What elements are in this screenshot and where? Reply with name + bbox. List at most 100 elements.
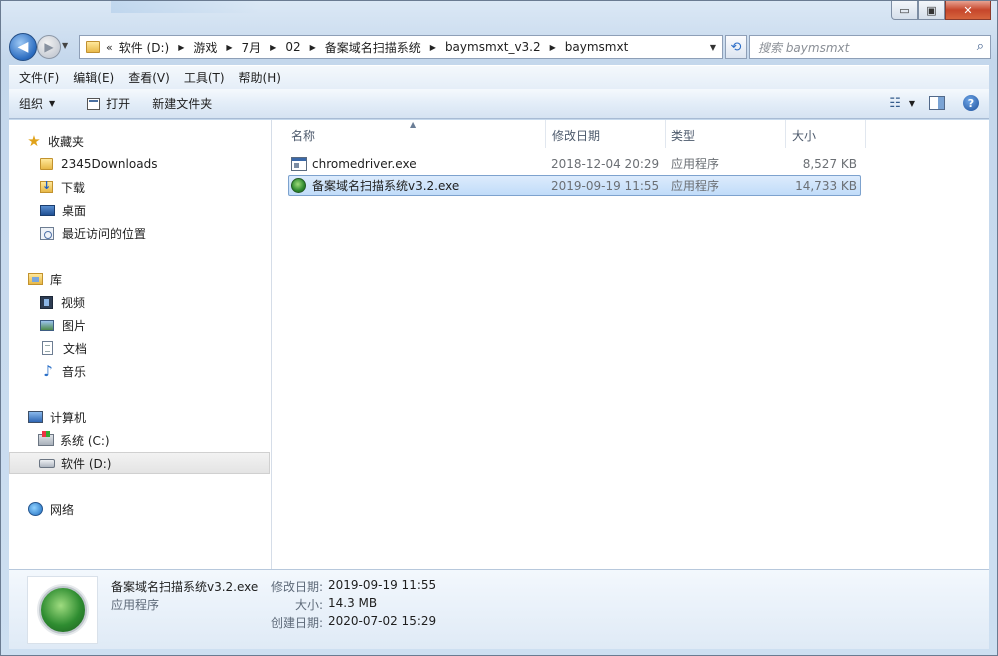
menu-edit[interactable]: 编辑(E) xyxy=(67,69,120,86)
nav-computer[interactable]: 计算机 xyxy=(28,406,271,428)
details-modified-label: 修改日期: xyxy=(270,580,323,594)
organize-button[interactable]: 组织 ▼ xyxy=(19,95,55,112)
nav-recent-places[interactable]: 最近访问的位置 xyxy=(40,222,271,244)
network-icon xyxy=(28,502,43,516)
navigation-bar: ◀ ▶ ▼ « 软件 (D:) ▶ 游戏 ▶ 7月 ▶ 02 ▶ 备案域名扫描系统 ▶ b… xyxy=(9,33,991,61)
help-icon[interactable]: ? xyxy=(963,95,979,111)
minimize-button[interactable]: ▭ xyxy=(891,1,918,20)
file-list: ▲ 名称 修改日期 类型 大小 chromedriver.exe 2018-12… xyxy=(273,120,989,569)
search-placeholder: 搜索 baymsmxt xyxy=(758,40,850,55)
file-row[interactable]: chromedriver.exe 2018-12-04 20:29 应用程序 8… xyxy=(288,154,861,175)
breadcrumb-version[interactable]: baymsmxt_v3.2 ▶ xyxy=(445,40,565,54)
picture-icon xyxy=(40,319,54,331)
view-options-icon[interactable]: ☷ xyxy=(889,96,901,111)
breadcrumb-drive[interactable]: 软件 (D:) ▶ xyxy=(119,39,194,56)
column-divider[interactable] xyxy=(665,120,666,148)
file-modified-cell: 2019-09-19 11:55 xyxy=(551,178,660,193)
recent-places-icon xyxy=(40,226,54,240)
nav-videos[interactable]: 视频 xyxy=(40,291,271,313)
open-button[interactable]: 打开 xyxy=(87,95,130,112)
system-drive-icon xyxy=(38,431,54,446)
computer-icon xyxy=(28,411,43,423)
file-name-cell: chromedriver.exe xyxy=(291,154,541,173)
menu-bar: 文件(F) 编辑(E) 查看(V) 工具(T) 帮助(H) xyxy=(9,65,989,89)
nav-music[interactable]: ♪ 音乐 xyxy=(40,360,271,382)
nav-network[interactable]: 网络 xyxy=(28,498,271,520)
chevron-down-icon: ▼ xyxy=(49,99,56,108)
file-row-selected[interactable]: 备案域名扫描系统v3.2.exe 2019-09-19 11:55 应用程序 1… xyxy=(288,175,861,196)
breadcrumb-overflow[interactable]: « xyxy=(106,41,113,54)
radar-app-icon xyxy=(291,178,306,193)
breadcrumb-games[interactable]: 游戏 ▶ xyxy=(193,39,241,56)
drive-icon xyxy=(39,458,55,468)
close-button[interactable]: ✕ xyxy=(945,1,991,20)
radar-app-icon xyxy=(38,586,87,634)
preview-pane-icon[interactable] xyxy=(929,96,945,110)
open-icon xyxy=(87,97,101,110)
star-icon: ★ xyxy=(27,132,41,150)
library-icon xyxy=(28,273,43,285)
breadcrumb-02[interactable]: 02 ▶ xyxy=(285,40,324,54)
navigation-pane: ★ 收藏夹 2345Downloads 下载 桌面 最近访问的位置 库 xyxy=(9,120,272,569)
nav-documents[interactable]: 文档 xyxy=(40,337,271,359)
details-filename: 备案域名扫描系统v3.2.exe xyxy=(111,580,259,594)
breadcrumb-scanner[interactable]: 备案域名扫描系统 ▶ xyxy=(325,39,445,56)
forward-button[interactable]: ▶ xyxy=(37,35,61,59)
nav-downloads[interactable]: 下载 xyxy=(40,176,271,198)
breadcrumb-current[interactable]: baymsmxt xyxy=(565,40,629,54)
details-file-type: 应用程序 xyxy=(111,598,160,612)
search-input[interactable]: 搜索 baymsmxt ⌕ xyxy=(749,35,991,59)
details-pane: 备案域名扫描系统v3.2.exe 应用程序 修改日期: 2019-09-19 1… xyxy=(9,569,989,649)
folder-icon xyxy=(40,158,53,170)
downloads-icon xyxy=(40,179,53,193)
nav-favorites[interactable]: ★ 收藏夹 xyxy=(26,130,271,152)
address-bar[interactable]: « 软件 (D:) ▶ 游戏 ▶ 7月 ▶ 02 ▶ 备案域名扫描系统 ▶ baymsmx… xyxy=(79,35,723,59)
column-header-name[interactable]: 名称 xyxy=(291,124,541,146)
column-header-size[interactable]: 大小 xyxy=(792,124,862,146)
nav-pictures[interactable]: 图片 xyxy=(40,314,271,336)
recent-pages-dropdown[interactable]: ▼ xyxy=(62,41,68,50)
address-dropdown[interactable]: ▼ xyxy=(710,43,716,52)
new-folder-button[interactable]: 新建文件夹 xyxy=(152,95,212,112)
folder-icon xyxy=(86,41,100,53)
details-created-label: 创建日期: xyxy=(270,616,323,630)
file-size-cell: 8,527 KB xyxy=(802,156,857,171)
nav-libraries[interactable]: 库 xyxy=(28,268,271,290)
column-divider[interactable] xyxy=(785,120,786,148)
music-note-icon: ♪ xyxy=(43,362,53,380)
explorer-window: ▭ ▣ ✕ ◀ ▶ ▼ « 软件 (D:) ▶ 游戏 ▶ 7月 ▶ 02 ▶ 备案域名扫… xyxy=(0,0,998,656)
file-thumbnail xyxy=(27,576,98,644)
file-name-cell: 备案域名扫描系统v3.2.exe xyxy=(291,176,541,195)
details-size-value: 14.3 MB xyxy=(328,596,378,610)
column-header-type[interactable]: 类型 xyxy=(671,124,781,146)
search-icon[interactable]: ⌕ xyxy=(977,39,984,54)
file-modified-cell: 2018-12-04 20:29 xyxy=(551,156,660,171)
column-divider[interactable] xyxy=(545,120,546,148)
desktop-icon xyxy=(40,204,55,216)
file-size-cell: 14,733 KB xyxy=(795,178,857,193)
maximize-button[interactable]: ▣ xyxy=(918,1,945,20)
command-bar: 组织 ▼ 打开 新建文件夹 ☷ ▼ ? xyxy=(9,89,989,119)
file-type-cell: 应用程序 xyxy=(671,179,720,193)
refresh-button[interactable]: ⟲ xyxy=(725,35,747,59)
nav-2345downloads[interactable]: 2345Downloads xyxy=(40,153,271,175)
view-dropdown-icon[interactable]: ▼ xyxy=(909,99,915,108)
back-button[interactable]: ◀ xyxy=(9,33,37,61)
title-bar-glow xyxy=(111,1,261,13)
menu-tools[interactable]: 工具(T) xyxy=(178,69,231,86)
menu-file[interactable]: 文件(F) xyxy=(13,69,65,86)
nav-drive-d[interactable]: 软件 (D:) xyxy=(9,452,270,474)
column-divider[interactable] xyxy=(865,120,866,148)
details-size-label: 大小: xyxy=(294,598,323,612)
details-created-value: 2020-07-02 15:29 xyxy=(328,614,437,628)
column-header-modified[interactable]: 修改日期 xyxy=(552,124,662,146)
content-area: ★ 收藏夹 2345Downloads 下载 桌面 最近访问的位置 库 xyxy=(9,120,989,569)
menu-view[interactable]: 查看(V) xyxy=(122,69,176,86)
document-icon xyxy=(42,341,53,355)
file-type-cell: 应用程序 xyxy=(671,157,720,171)
details-modified-value: 2019-09-19 11:55 xyxy=(328,578,437,592)
breadcrumb-july[interactable]: 7月 ▶ xyxy=(242,39,286,56)
nav-drive-c[interactable]: 系统 (C:) xyxy=(38,429,271,451)
nav-desktop[interactable]: 桌面 xyxy=(40,199,271,221)
menu-help[interactable]: 帮助(H) xyxy=(233,69,287,86)
